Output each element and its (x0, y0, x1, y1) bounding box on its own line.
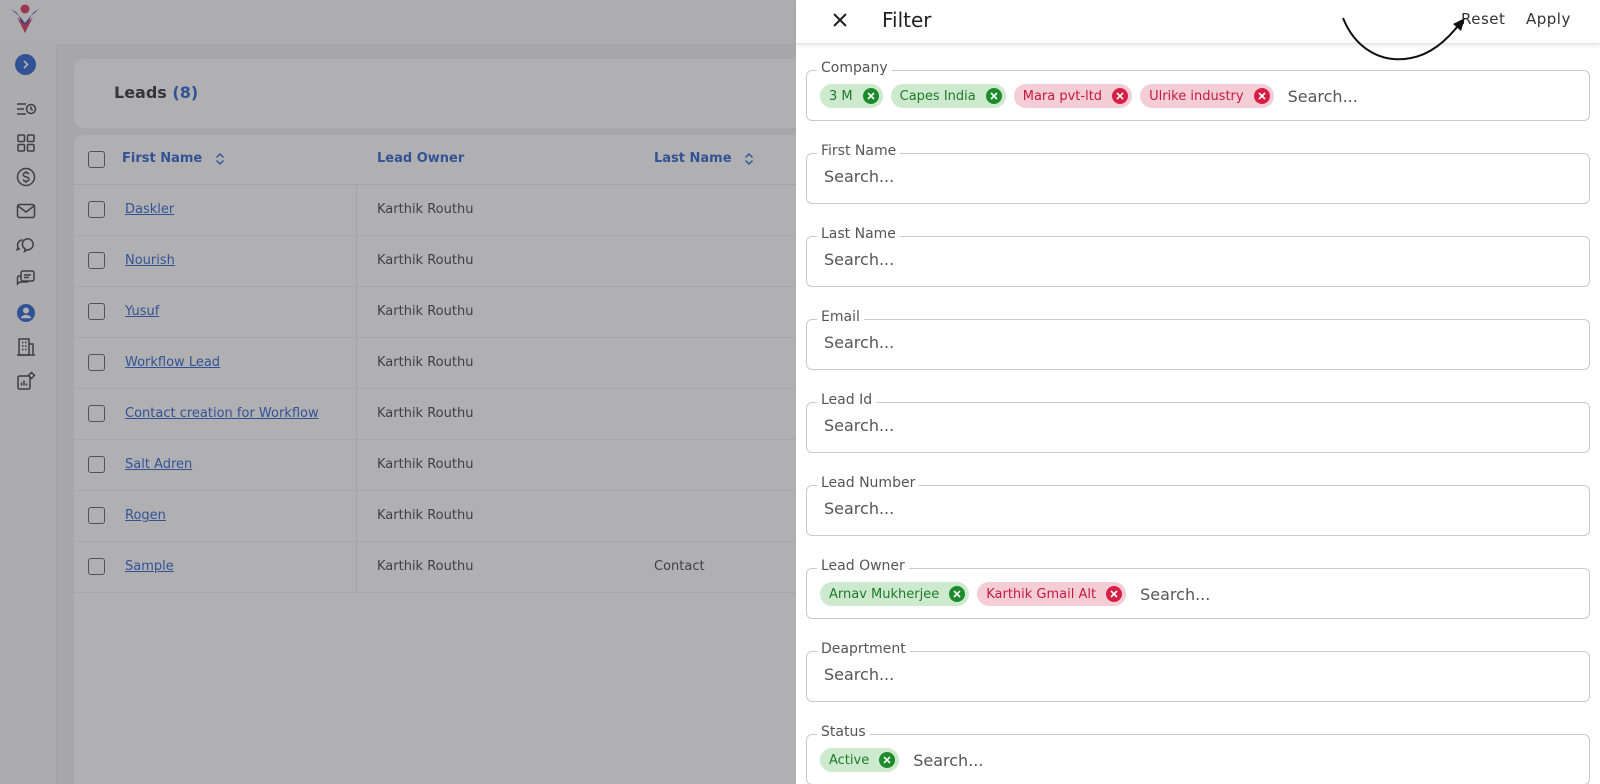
filter-chip[interactable]: Active (820, 748, 900, 772)
remove-chip-icon[interactable] (879, 752, 896, 768)
search-input[interactable] (1287, 86, 1508, 106)
close-icon[interactable] (830, 10, 850, 30)
field-label: First Name (817, 143, 901, 159)
filter-chip[interactable]: Arnav Mukherjee (820, 582, 970, 606)
field-label: Status (817, 724, 870, 740)
field-label: Company (817, 60, 892, 76)
search-input[interactable] (824, 665, 1324, 684)
remove-chip-icon[interactable] (1253, 88, 1270, 104)
field-label: Lead Number (817, 475, 920, 491)
field-label: Lead Id (817, 392, 877, 408)
filter-title: Filter (882, 8, 932, 32)
filter-chip[interactable]: Ulrike industry (1140, 84, 1274, 108)
department-filter[interactable]: Deaprtment (806, 641, 1590, 702)
search-input[interactable] (824, 416, 1324, 435)
chip-list: 3 M Capes India Mara pvt-ltd Ulrike industr… (820, 84, 1508, 108)
filter-chip[interactable]: Mara pvt-ltd (1013, 84, 1133, 108)
lead-owner-filter[interactable]: Lead Owner Arnav Mukherjee Karthik Gmail A… (806, 558, 1590, 619)
remove-chip-icon[interactable] (1106, 586, 1123, 602)
field-label: Lead Owner (817, 558, 909, 574)
search-input[interactable] (1140, 584, 1361, 604)
remove-chip-icon[interactable] (1112, 88, 1129, 104)
filter-header: Filter Reset Apply (796, 0, 1600, 44)
search-input[interactable] (824, 499, 1324, 518)
remove-chip-icon[interactable] (985, 88, 1002, 104)
search-input[interactable] (824, 167, 1324, 186)
annotation-arrow (1342, 17, 1465, 61)
filter-chip[interactable]: 3 M (820, 84, 883, 108)
filter-chip[interactable]: Capes India (890, 84, 1006, 108)
remove-chip-icon[interactable] (862, 88, 879, 104)
last-name-filter[interactable]: Last Name (806, 226, 1590, 287)
search-input[interactable] (824, 250, 1324, 269)
search-input[interactable] (824, 333, 1324, 352)
status-filter[interactable]: Status Active (806, 724, 1590, 784)
email-filter[interactable]: Email (806, 309, 1590, 370)
filter-drawer: Filter Reset Apply Company 3 M Capes India… (796, 0, 1600, 784)
filter-chip[interactable]: Karthik Gmail Alt (977, 582, 1127, 606)
apply-button[interactable]: Apply (1526, 10, 1571, 28)
lead-id-filter[interactable]: Lead Id (806, 392, 1590, 453)
chip-list: Active (820, 748, 1134, 772)
modal-overlay[interactable] (0, 0, 796, 784)
search-input[interactable] (913, 750, 1134, 770)
field-label: Last Name (817, 226, 900, 242)
company-filter[interactable]: Company 3 M Capes India Mara pvt-ltd Ulrike … (806, 60, 1590, 121)
field-label: Email (817, 309, 864, 325)
lead-number-filter[interactable]: Lead Number (806, 475, 1590, 536)
chip-list: Arnav Mukherjee Karthik Gmail Alt (820, 582, 1361, 606)
field-label: Deaprtment (817, 641, 910, 657)
first-name-filter[interactable]: First Name (806, 143, 1590, 204)
remove-chip-icon[interactable] (949, 586, 966, 602)
